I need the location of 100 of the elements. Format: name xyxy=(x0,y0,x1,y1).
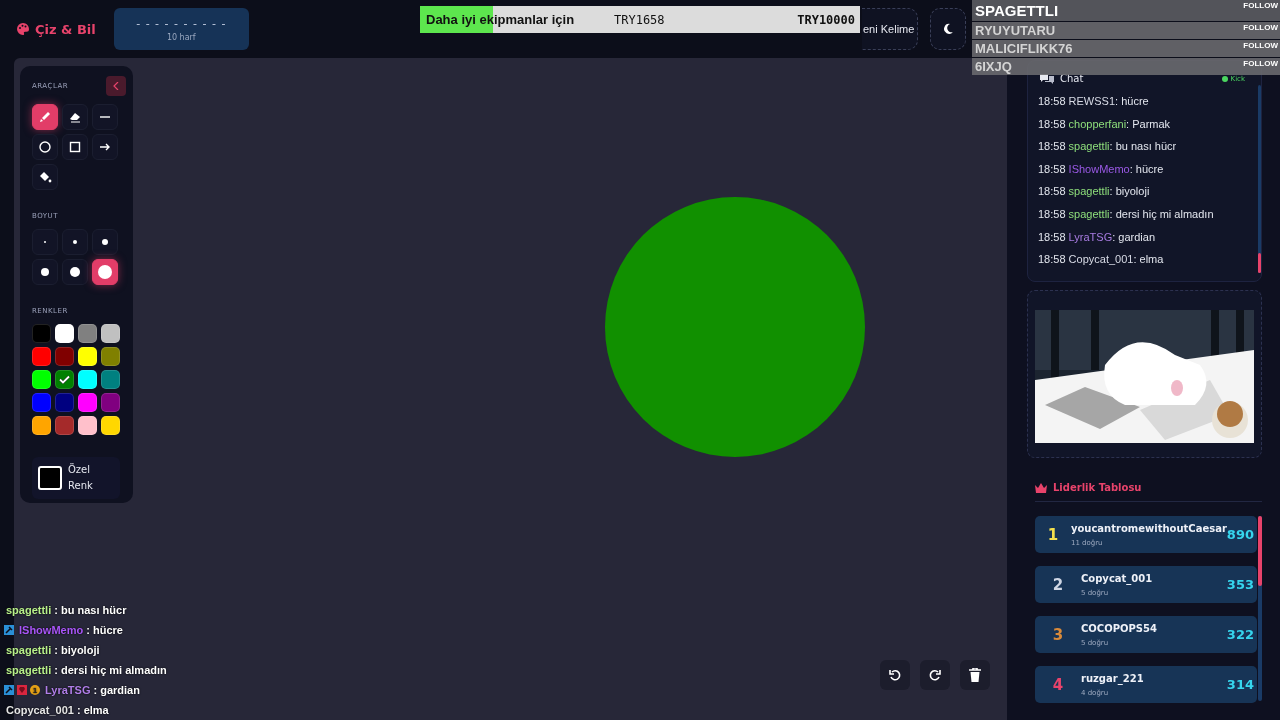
chat-message: 18:58 spagettli: biyoloji xyxy=(1038,184,1151,200)
eraser-icon xyxy=(68,110,82,124)
chat-line: Copycat_001 : elma xyxy=(6,704,109,716)
chat-line: spagettli : biyoloji xyxy=(6,644,100,656)
goal-target: TRY10000 xyxy=(797,12,855,27)
follow-label: FOLLOW xyxy=(1243,23,1278,32)
size-button[interactable] xyxy=(62,259,88,285)
chat-bubbles-icon xyxy=(1040,73,1054,84)
tool-button[interactable] xyxy=(92,104,118,130)
size-dot-icon xyxy=(41,268,49,276)
theme-button[interactable] xyxy=(930,8,966,50)
tool-button[interactable] xyxy=(62,104,88,130)
word-hint: - - - - - - - - - - xyxy=(136,16,227,30)
paint-bucket-icon xyxy=(38,170,52,184)
square-icon xyxy=(68,140,82,154)
color-swatch[interactable] xyxy=(78,324,97,343)
status-dot xyxy=(1221,75,1228,82)
rank-number: 2 xyxy=(1051,575,1065,594)
size-dot-icon xyxy=(98,265,112,279)
size-button[interactable] xyxy=(92,259,118,285)
color-swatch[interactable] xyxy=(101,324,120,343)
goal-current: TRY1658 xyxy=(614,12,665,27)
color-swatch[interactable] xyxy=(78,370,97,389)
chat-message: 18:58 Copycat_001: elma xyxy=(1038,252,1165,268)
undo-button[interactable] xyxy=(880,660,910,690)
brush-icon xyxy=(38,110,52,124)
color-swatch[interactable] xyxy=(55,416,74,435)
leaderboard-title: Liderlik Tablosu xyxy=(1053,482,1142,493)
rank-number: 4 xyxy=(1051,675,1065,694)
letter-count: 10 harf xyxy=(166,32,196,42)
follow-label: FOLLOW xyxy=(1243,41,1278,50)
size-dot-icon xyxy=(73,240,77,244)
player-score: 314 xyxy=(1226,677,1254,692)
follow-label: FOLLOW xyxy=(1243,59,1278,68)
crown-icon xyxy=(1035,482,1047,493)
tool-button[interactable] xyxy=(32,104,58,130)
chat-title: Chat xyxy=(1060,73,1084,84)
player-score: 353 xyxy=(1226,577,1254,592)
color-swatch[interactable] xyxy=(55,393,74,412)
chat-line: spagettli : bu nası hücr xyxy=(6,604,127,616)
redo-icon xyxy=(928,668,942,682)
color-swatch[interactable] xyxy=(32,347,51,366)
redo-button[interactable] xyxy=(920,660,950,690)
chat-message: 18:58 spagettli: bu nası hücr xyxy=(1038,139,1178,155)
size-dot-icon xyxy=(70,267,80,277)
color-swatch[interactable] xyxy=(32,324,51,343)
chat-message: 18:58 IShowMemo: hücre xyxy=(1038,161,1165,177)
check-icon xyxy=(59,375,70,384)
chat-line: LyraTSG : gardian xyxy=(45,684,140,696)
color-swatch[interactable] xyxy=(78,347,97,366)
undo-icon xyxy=(888,668,902,682)
follower-name: SPAGETTLI xyxy=(975,2,1059,19)
size-button[interactable] xyxy=(32,259,58,285)
color-swatch[interactable] xyxy=(55,347,74,366)
trash-icon xyxy=(969,668,981,682)
size-button[interactable] xyxy=(92,229,118,255)
tool-button[interactable] xyxy=(32,134,58,160)
chat-message: 18:58 LyraTSG: gardian xyxy=(1038,229,1156,245)
tool-button[interactable] xyxy=(92,134,118,160)
follower-name: MALICIFLIKK76 xyxy=(975,41,1073,56)
palette-icon xyxy=(16,22,30,36)
app-logo: Çiz & Bil xyxy=(35,21,96,37)
chat-line: spagettli : dersi hiç mi almadın xyxy=(6,664,167,676)
chat-message: 18:58 REWSS1: hücre xyxy=(1038,94,1150,109)
color-swatch[interactable] xyxy=(32,393,51,412)
player-score: 322 xyxy=(1226,627,1254,642)
chat-line: IShowMemo : hücre xyxy=(19,624,123,636)
follower-name: RYUYUTARU xyxy=(975,23,1056,38)
player-name: ruzgar_221 xyxy=(1081,672,1145,684)
color-swatch[interactable] xyxy=(101,370,120,389)
sword-badge-icon xyxy=(4,625,14,635)
color-swatch[interactable] xyxy=(78,393,97,412)
delete-button[interactable] xyxy=(960,660,990,690)
circle-icon xyxy=(38,140,52,154)
color-swatch[interactable] xyxy=(78,416,97,435)
color-swatch[interactable] xyxy=(55,370,74,389)
player-name: Copycat_001 xyxy=(1081,572,1154,584)
color-swatch[interactable] xyxy=(101,393,120,412)
player-name: youcantromewithoutCaesar xyxy=(1070,522,1227,534)
chat-message: 18:58 chopperfani: Parmak xyxy=(1038,116,1172,132)
new-word-button[interactable]: eni Kelime xyxy=(862,8,918,50)
color-swatch[interactable] xyxy=(32,370,51,389)
follower-name: 6IXJQ xyxy=(975,59,1012,74)
moon-icon xyxy=(942,23,954,35)
rank-number: 1 xyxy=(1046,525,1060,544)
gem-badge-icon xyxy=(17,685,27,695)
player-score: 890 xyxy=(1226,527,1254,542)
color-swatch[interactable] xyxy=(55,324,74,343)
tool-button[interactable] xyxy=(62,134,88,160)
count-badge: 1 xyxy=(30,685,40,695)
chevron-left-icon xyxy=(113,82,119,90)
color-swatch[interactable] xyxy=(101,416,120,435)
size-dot-icon xyxy=(102,239,108,245)
follow-label: FOLLOW xyxy=(1243,1,1278,10)
color-swatch[interactable] xyxy=(101,347,120,366)
custom-color-button[interactable]: Özel Renk xyxy=(32,457,120,499)
sword-badge-icon xyxy=(4,685,14,695)
tool-button[interactable] xyxy=(32,164,58,190)
color-swatch[interactable] xyxy=(32,416,51,435)
rank-number: 3 xyxy=(1051,625,1065,644)
